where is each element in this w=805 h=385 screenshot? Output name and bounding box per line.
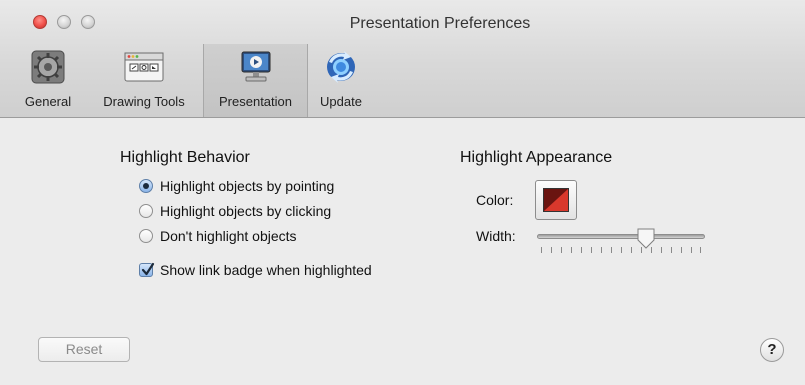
radio-highlight-by-clicking[interactable]: Highlight objects by clicking: [139, 203, 331, 219]
checkbox-label: Show link badge when highlighted: [160, 262, 372, 278]
radio-label: Highlight objects by pointing: [160, 178, 335, 194]
radio-dont-highlight[interactable]: Don't highlight objects: [139, 228, 297, 244]
show-link-badge-checkbox[interactable]: [139, 262, 155, 277]
close-window-button[interactable]: [33, 15, 47, 29]
radio-button[interactable]: [139, 204, 153, 218]
highlight-color-well[interactable]: [535, 180, 577, 220]
checkmark-icon: [141, 262, 155, 276]
radio-button[interactable]: [139, 229, 153, 243]
window-title: Presentation Preferences: [349, 15, 531, 32]
show-link-badge-checkbox-row[interactable]: Show link badge when highlighted: [139, 262, 372, 278]
radio-highlight-by-pointing[interactable]: Highlight objects by pointing: [139, 178, 334, 194]
radio-button-selected[interactable]: [139, 179, 153, 193]
toolbar-item-drawing-tools-label: Drawing Tools: [103, 94, 185, 109]
highlight-appearance-title: Highlight Appearance: [460, 149, 613, 166]
highlight-behavior-title: Highlight Behavior: [120, 149, 250, 166]
toolbar-item-update-label: Update: [320, 94, 362, 109]
presentation-icon: [241, 51, 270, 82]
color-label: Color:: [476, 192, 514, 208]
color-swatch: [543, 188, 569, 212]
radio-label: Don't highlight objects: [160, 228, 297, 244]
reset-button[interactable]: Reset: [38, 337, 130, 362]
drawing-tools-icon: [124, 52, 164, 82]
color-swatch-graphic: [544, 189, 568, 211]
toolbar-item-presentation[interactable]: Presentation: [203, 44, 308, 117]
width-slider-ticks: [541, 247, 701, 253]
toolbar: Presentation Preferences General Drawing…: [0, 0, 805, 118]
toolbar-item-update[interactable]: Update: [310, 44, 372, 117]
update-icon: [327, 51, 355, 83]
radio-label: Highlight objects by clicking: [160, 203, 332, 219]
help-button[interactable]: ?: [760, 338, 784, 362]
toolbar-item-presentation-label: Presentation: [219, 94, 292, 109]
width-slider[interactable]: [537, 234, 705, 239]
toolbar-item-drawing-tools[interactable]: Drawing Tools: [88, 44, 200, 117]
zoom-window-button[interactable]: [81, 15, 95, 29]
minimize-window-button[interactable]: [57, 15, 71, 29]
toolbar-item-general[interactable]: General: [14, 44, 82, 117]
width-label: Width:: [476, 228, 516, 244]
gear-icon: [31, 50, 65, 84]
preferences-window: Presentation Preferences General Drawing…: [0, 0, 805, 385]
toolbar-item-general-label: General: [24, 94, 72, 109]
